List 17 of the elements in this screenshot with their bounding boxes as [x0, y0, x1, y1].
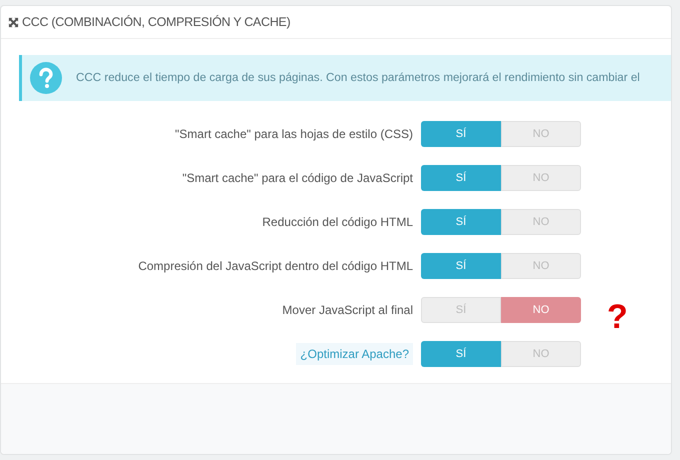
switch-option[interactable]: SÍ: [421, 121, 501, 147]
setting-label: Reducción del código HTML: [262, 214, 413, 231]
annotation-mark: ?: [607, 300, 628, 334]
alert-text: CCC reduce el tiempo de carga de sus páginas. Con estos parámetros mejorará el rendimiento sin cambiar el: [76, 70, 640, 86]
switch-option[interactable]: SÍ: [421, 253, 501, 279]
setting-label: "Smart cache" para el código de JavaScript: [182, 170, 413, 187]
switch-option[interactable]: SÍ: [421, 341, 501, 367]
question-icon: [30, 62, 62, 94]
setting-label: Mover JavaScript al final: [282, 302, 413, 319]
switch-option[interactable]: SÍ: [421, 165, 501, 191]
expand-icon: [8, 16, 19, 28]
hint-label[interactable]: ¿Optimizar Apache?: [296, 343, 413, 365]
switch-option[interactable]: SÍ: [421, 209, 501, 235]
setting-label: Compresión del JavaScript dentro del código HTML: [138, 258, 413, 275]
switch-option[interactable]: NO: [501, 297, 581, 323]
setting-label: "Smart cache" para las hojas de estilo (CSS): [175, 126, 413, 143]
panel-title: CCC (COMBINACIÓN, COMPRESIÓN Y CACHE): [22, 14, 290, 31]
